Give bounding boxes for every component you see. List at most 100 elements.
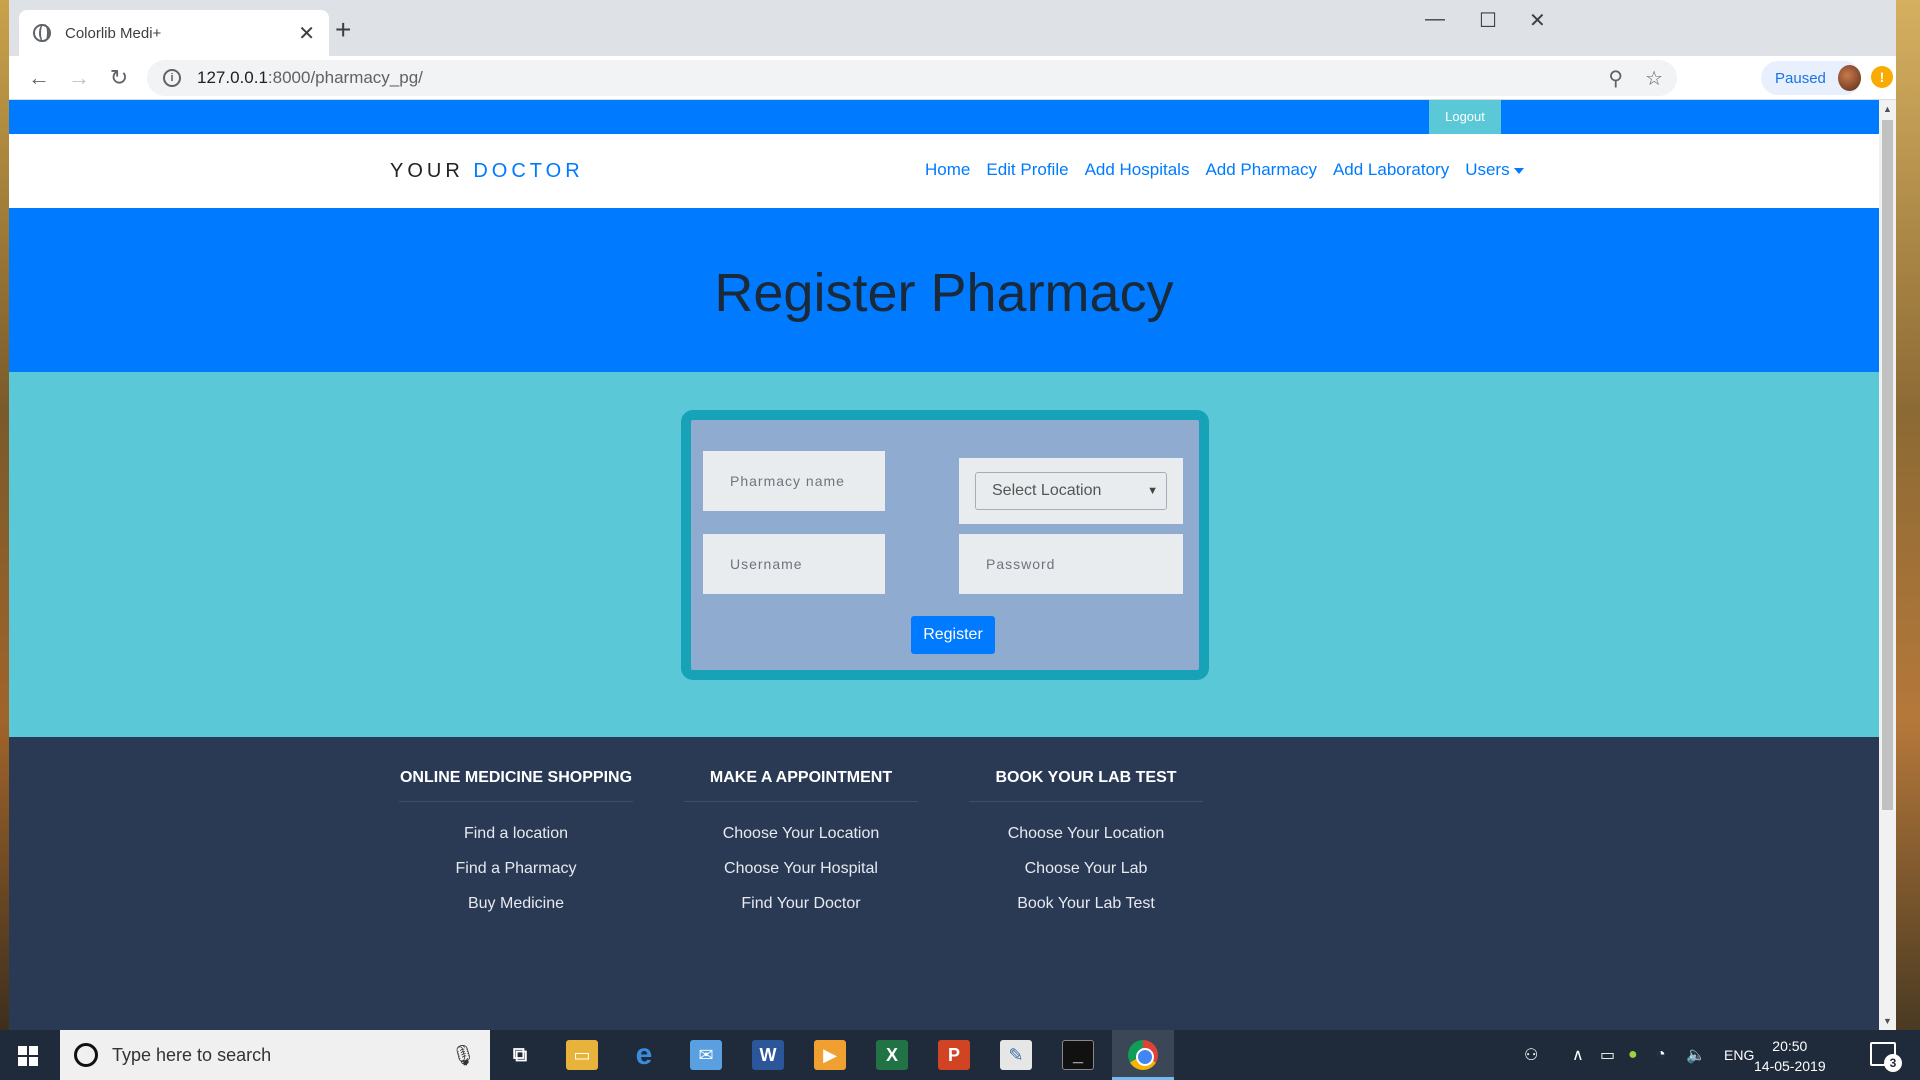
info-icon[interactable]: i [163, 69, 181, 87]
close-icon[interactable]: ✕ [298, 21, 315, 46]
desktop-wallpaper-right [1896, 0, 1920, 1030]
shield-icon[interactable]: ● [1628, 1030, 1638, 1080]
address-bar[interactable]: i 127.0.0.1:8000/pharmacy_pg/ ⚲ ☆ [147, 60, 1677, 96]
system-clock[interactable]: 20:50 14-05-2019 [1754, 1036, 1826, 1076]
battery-icon[interactable]: ▭ [1600, 1030, 1615, 1080]
terminal-icon[interactable]: _ [1062, 1040, 1094, 1070]
nav-users-dropdown[interactable]: Users [1465, 160, 1524, 180]
footer-heading: MAKE A APPOINTMENT [684, 769, 918, 802]
footer-link[interactable]: Buy Medicine [389, 886, 643, 921]
nav-edit-profile[interactable]: Edit Profile [986, 160, 1068, 180]
footer-link[interactable]: Find a location [389, 816, 643, 851]
file-explorer-icon[interactable]: ▭ [566, 1040, 598, 1070]
reload-icon[interactable]: ↻ [99, 65, 139, 91]
close-window-icon[interactable]: ✕ [1529, 8, 1546, 33]
language-indicator[interactable]: ENG [1724, 1030, 1754, 1080]
windows-icon[interactable] [18, 1046, 38, 1066]
browser-window: Colorlib Medi+ ✕ + — ☐ ✕ ← → ↻ i 127.0.0… [9, 0, 1896, 1030]
avatar [1837, 65, 1861, 91]
minimize-icon[interactable]: — [1425, 8, 1445, 31]
powerpoint-icon[interactable]: P [938, 1040, 970, 1070]
chevron-up-icon[interactable]: ∧ [1572, 1030, 1584, 1080]
search-ring-icon [74, 1043, 98, 1067]
footer-link[interactable]: Choose Your Hospital [674, 851, 928, 886]
register-button[interactable]: Register [911, 616, 995, 654]
alert-icon[interactable]: ! [1871, 66, 1893, 88]
windows-taskbar: Type here to search 🎙 ⧉ ▭ e ✉ W ▶ X P ✎ … [0, 1030, 1920, 1080]
chrome-icon[interactable] [1128, 1040, 1158, 1070]
username-input[interactable]: Username [703, 534, 885, 594]
word-icon[interactable]: W [752, 1040, 784, 1070]
form-section: Pharmacy name Select Location ▼ Username… [9, 372, 1879, 737]
clock-time: 20:50 [1772, 1038, 1808, 1054]
notifications-icon[interactable]: 3 [1870, 1042, 1902, 1072]
location-select-value: Select Location [992, 482, 1102, 499]
tab-title: Colorlib Medi+ [65, 24, 162, 42]
star-icon[interactable]: ☆ [1645, 66, 1663, 91]
pharmacy-name-input[interactable]: Pharmacy name [703, 451, 885, 511]
url-text: 127.0.0.1:8000/pharmacy_pg/ [197, 68, 423, 88]
volume-icon[interactable]: 🔈 [1686, 1030, 1706, 1080]
url-path: :8000/pharmacy_pg/ [267, 68, 423, 87]
people-icon[interactable]: ⚇ [1524, 1030, 1538, 1080]
hero-banner: Register Pharmacy [9, 208, 1879, 372]
footer-heading: BOOK YOUR LAB TEST [969, 769, 1203, 802]
url-host: 127.0.0.1 [197, 68, 268, 87]
register-form: Pharmacy name Select Location ▼ Username… [681, 410, 1209, 680]
footer-link[interactable]: Find a Pharmacy [389, 851, 643, 886]
logout-button[interactable]: Logout [1429, 100, 1501, 134]
taskbar-search-placeholder: Type here to search [112, 1044, 272, 1065]
wifi-icon[interactable]: ◔ [1656, 1030, 1666, 1080]
scrollbar-thumb[interactable] [1882, 120, 1893, 810]
footer-link[interactable]: Choose Your Lab [959, 851, 1213, 886]
edge-icon[interactable]: e [628, 1038, 660, 1071]
site-logo[interactable]: YOUR DOCTOR [390, 160, 584, 183]
footer-link[interactable]: Book Your Lab Test [959, 886, 1213, 921]
footer-column-shopping: ONLINE MEDICINE SHOPPING Find a location… [389, 769, 643, 921]
nav-add-pharmacy[interactable]: Add Pharmacy [1205, 160, 1317, 180]
footer-column-appointment: MAKE A APPOINTMENT Choose Your Location … [674, 769, 928, 921]
notepad-icon[interactable]: ✎ [1000, 1040, 1032, 1070]
top-bar: Logout [9, 100, 1879, 134]
zoom-icon[interactable]: ⚲ [1608, 66, 1623, 91]
desktop-wallpaper-left [0, 0, 9, 1030]
brand-word-doctor: DOCTOR [473, 160, 584, 182]
footer: ONLINE MEDICINE SHOPPING Find a location… [9, 737, 1879, 1030]
microphone-icon[interactable]: 🎙 [451, 1043, 476, 1068]
profile-label: Paused [1775, 69, 1826, 87]
globe-icon [33, 24, 51, 42]
scroll-up-icon[interactable]: ▲ [1883, 104, 1892, 114]
page-scrollbar[interactable]: ▲ ▼ [1879, 100, 1896, 1030]
back-icon[interactable]: ← [19, 65, 59, 91]
outlook-icon[interactable]: ✉ [690, 1040, 722, 1070]
excel-icon[interactable]: X [876, 1040, 908, 1070]
nav-add-laboratory[interactable]: Add Laboratory [1333, 160, 1449, 180]
footer-link[interactable]: Choose Your Location [674, 816, 928, 851]
media-icon[interactable]: ▶ [814, 1040, 846, 1070]
nav-home[interactable]: Home [925, 160, 970, 180]
navbar: YOUR DOCTOR Home Edit Profile Add Hospit… [9, 134, 1879, 208]
location-select[interactable]: Select Location ▼ [975, 472, 1167, 510]
taskbar-search[interactable]: Type here to search 🎙 [60, 1030, 490, 1080]
maximize-icon[interactable]: ☐ [1479, 8, 1497, 33]
chevron-down-icon: ▼ [1147, 485, 1158, 497]
brand-word-your: YOUR [390, 160, 464, 182]
forward-icon[interactable]: → [59, 65, 99, 91]
notification-count: 3 [1884, 1054, 1902, 1072]
profile-button[interactable]: Paused [1761, 61, 1861, 95]
footer-link[interactable]: Find Your Doctor [674, 886, 928, 921]
nav-users-label: Users [1465, 160, 1510, 179]
main-nav: Home Edit Profile Add Hospitals Add Phar… [925, 160, 1524, 180]
password-input[interactable]: Password [959, 534, 1183, 594]
page-title: Register Pharmacy [714, 263, 1174, 323]
task-view-icon[interactable]: ⧉ [504, 1040, 536, 1070]
clock-date: 14-05-2019 [1754, 1058, 1826, 1074]
browser-toolbar: ← → ↻ i 127.0.0.1:8000/pharmacy_pg/ ⚲ ☆ … [9, 56, 1896, 100]
footer-link[interactable]: Choose Your Location [959, 816, 1213, 851]
nav-add-hospitals[interactable]: Add Hospitals [1085, 160, 1190, 180]
scroll-down-icon[interactable]: ▼ [1883, 1016, 1892, 1026]
browser-tab[interactable]: Colorlib Medi+ ✕ [19, 10, 329, 56]
footer-heading: ONLINE MEDICINE SHOPPING [399, 769, 633, 802]
page-viewport: Logout YOUR DOCTOR Home Edit Profile Add… [9, 100, 1879, 1030]
plus-icon[interactable]: + [335, 14, 351, 46]
